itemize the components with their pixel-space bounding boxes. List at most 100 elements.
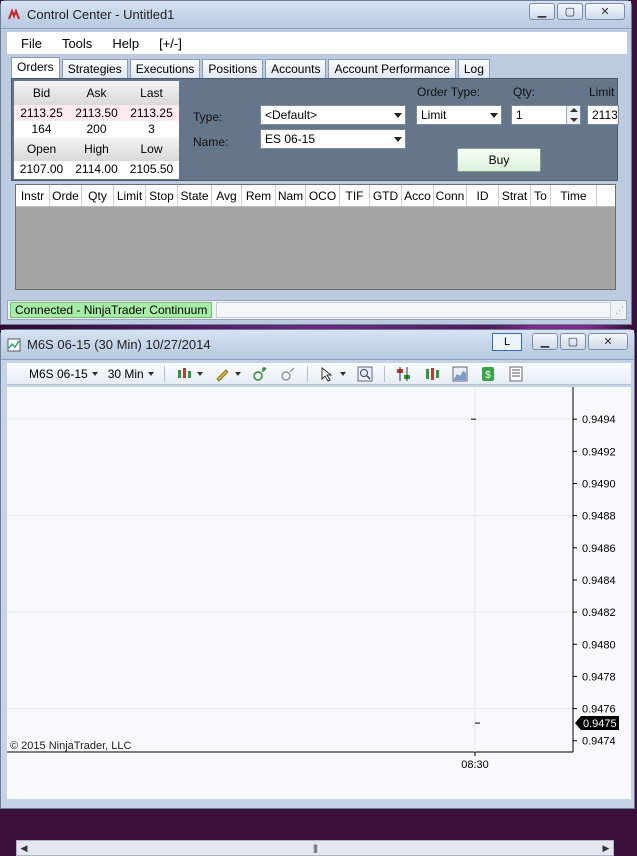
price-chart[interactable]: 0.9494 0.9492 0.9490 0.9488 0.9486 0.9484 0.94…: [7, 387, 631, 799]
time-tick-label: 08:30: [461, 759, 489, 771]
connection-status: Connected - NinjaTrader Continuum: [10, 302, 213, 318]
ask-header: Ask: [86, 86, 107, 100]
limit-price-field[interactable]: 2113.: [587, 105, 619, 125]
tab-account-performance[interactable]: Account Performance: [328, 59, 456, 79]
instruments-button[interactable]: [391, 365, 417, 383]
scroll-left-icon[interactable]: ◀: [17, 843, 31, 854]
quote-box: Bid Ask Last 2113.25 2113.50 2113.25 164…: [14, 81, 179, 179]
grid-column-header[interactable]: Rem: [242, 185, 276, 206]
tab-positions[interactable]: Positions: [202, 59, 264, 79]
grid-column-header[interactable]: TIF: [340, 185, 370, 206]
instrument-selector[interactable]: M6S 06-15: [25, 367, 102, 381]
grid-column-header[interactable]: Stop: [146, 185, 178, 206]
chart-style-button[interactable]: [171, 365, 207, 383]
zoom-out-button[interactable]: [275, 365, 301, 383]
qty-label: Qty:: [513, 85, 536, 99]
tab-strategies[interactable]: Strategies: [61, 59, 128, 79]
grid-column-header[interactable]: ID: [467, 185, 499, 206]
drawing-tools-button[interactable]: [209, 365, 245, 383]
maximize-button[interactable]: ▢: [560, 333, 586, 350]
order-type-dropdown[interactable]: Limit: [416, 105, 502, 125]
chart-window-icon: [7, 338, 21, 352]
tab-executions[interactable]: Executions: [129, 59, 201, 79]
grid-column-header[interactable]: GTD: [370, 185, 402, 206]
cursor-mode-button[interactable]: [314, 365, 350, 383]
orders-grid: Instr Orde Qty Limit Stop State Avg Rem Nam OCO TI…: [15, 184, 616, 290]
strategies-button[interactable]: [447, 365, 473, 383]
interval-selector[interactable]: 30 Min: [104, 367, 158, 381]
grid-column-header[interactable]: Nam: [276, 185, 306, 206]
type-dropdown[interactable]: <Default>: [260, 105, 406, 125]
ninjatrader-logo-icon: [7, 7, 21, 22]
price-tick-label: 0.9488: [582, 511, 616, 523]
name-value: ES 06-15: [265, 132, 316, 146]
zoom-in-icon: [251, 365, 269, 383]
scroll-thumb-grip-icon[interactable]: |||: [313, 843, 318, 853]
chevron-down-icon: [147, 371, 154, 376]
zoom-in-button[interactable]: [247, 365, 273, 383]
indicators-icon: [423, 365, 441, 383]
qty-value: 1: [516, 108, 523, 122]
grid-column-header[interactable]: To: [531, 185, 551, 206]
price-tick-label: 0.9480: [582, 639, 616, 651]
grid-column-header[interactable]: OCO: [306, 185, 340, 206]
price-tick-label: 0.9490: [582, 478, 616, 490]
data-box-button[interactable]: [352, 365, 378, 383]
toolbar-separator: [163, 365, 165, 382]
instrument-name-dropdown[interactable]: ES 06-15: [260, 129, 406, 149]
limit-price-value: 2113.: [592, 108, 619, 122]
bid-header: Bid: [32, 86, 51, 100]
copyright-text: © 2015 NinjaTrader, LLC: [10, 740, 132, 752]
grid-column-header[interactable]: Limit: [114, 185, 146, 206]
chevron-down-icon: [394, 113, 402, 118]
maximize-button[interactable]: ▢: [557, 3, 583, 20]
status-bar: Connected - NinjaTrader Continuum ⋰: [7, 300, 627, 320]
chart-trader-button[interactable]: $: [475, 365, 501, 383]
properties-icon: [507, 365, 525, 383]
scroll-right-icon[interactable]: ▶: [599, 843, 613, 854]
grid-column-header[interactable]: Avg: [212, 185, 242, 206]
close-icon: ✕: [603, 336, 613, 348]
grid-column-header[interactable]: Strat: [499, 185, 531, 206]
grid-column-header[interactable]: Conn: [434, 185, 467, 206]
ask-price: 2113.50: [75, 106, 118, 120]
area-chart-icon: [451, 365, 469, 383]
menu-tools[interactable]: Tools: [62, 36, 92, 51]
tab-log[interactable]: Log: [457, 59, 490, 79]
grid-column-header[interactable]: Orde: [50, 185, 82, 206]
grid-column-header[interactable]: Qty: [82, 185, 114, 206]
indicators-button[interactable]: [419, 365, 445, 383]
grid-column-header[interactable]: Acco: [402, 185, 434, 206]
menu-expand-toggle[interactable]: [+/-]: [159, 36, 182, 51]
minimize-button[interactable]: ▁: [529, 3, 555, 20]
high-value: 2114.00: [75, 162, 118, 176]
tab-accounts[interactable]: Accounts: [265, 59, 327, 79]
close-button[interactable]: ✕: [588, 333, 628, 350]
order-type-value: Limit: [421, 108, 447, 122]
buy-button[interactable]: Buy: [457, 148, 541, 172]
qty-spin-buttons[interactable]: [566, 106, 580, 124]
qty-stepper[interactable]: 1: [511, 105, 581, 125]
close-button[interactable]: ✕: [585, 3, 625, 20]
last-price: 2113.25: [130, 106, 173, 120]
menu-file[interactable]: File: [21, 36, 42, 51]
minimize-button[interactable]: ▁: [532, 333, 558, 350]
grid-column-header[interactable]: Time: [551, 185, 597, 206]
menu-help[interactable]: Help: [112, 36, 139, 51]
tab-orders[interactable]: Orders: [11, 57, 60, 79]
horizontal-scrollbar[interactable]: ◀ ||| ▶: [16, 840, 614, 856]
properties-button[interactable]: [503, 365, 529, 383]
control-center-titlebar[interactable]: Control Center - Untitled1 ▁ ▢ ✕: [1, 1, 631, 29]
maximize-icon: ▢: [567, 336, 579, 348]
chart-plot-area[interactable]: 0.9494 0.9492 0.9490 0.9488 0.9486 0.9484 0.94…: [7, 387, 631, 856]
resize-grip-icon[interactable]: ⋰: [615, 305, 624, 316]
grid-column-header[interactable]: State: [178, 185, 212, 206]
chart-window-title: M6S 06-15 (30 Min) 10/27/2014: [27, 337, 211, 352]
maximize-icon: ▢: [564, 6, 576, 18]
low-header: Low: [140, 142, 163, 156]
pencil-icon: [213, 365, 231, 383]
grid-column-header[interactable]: Instr: [16, 185, 50, 206]
link-button[interactable]: L: [492, 333, 522, 351]
price-tick-label: 0.9492: [582, 446, 616, 458]
chart-titlebar[interactable]: M6S 06-15 (30 Min) 10/27/2014 L ▁ ▢ ✕: [1, 330, 634, 360]
